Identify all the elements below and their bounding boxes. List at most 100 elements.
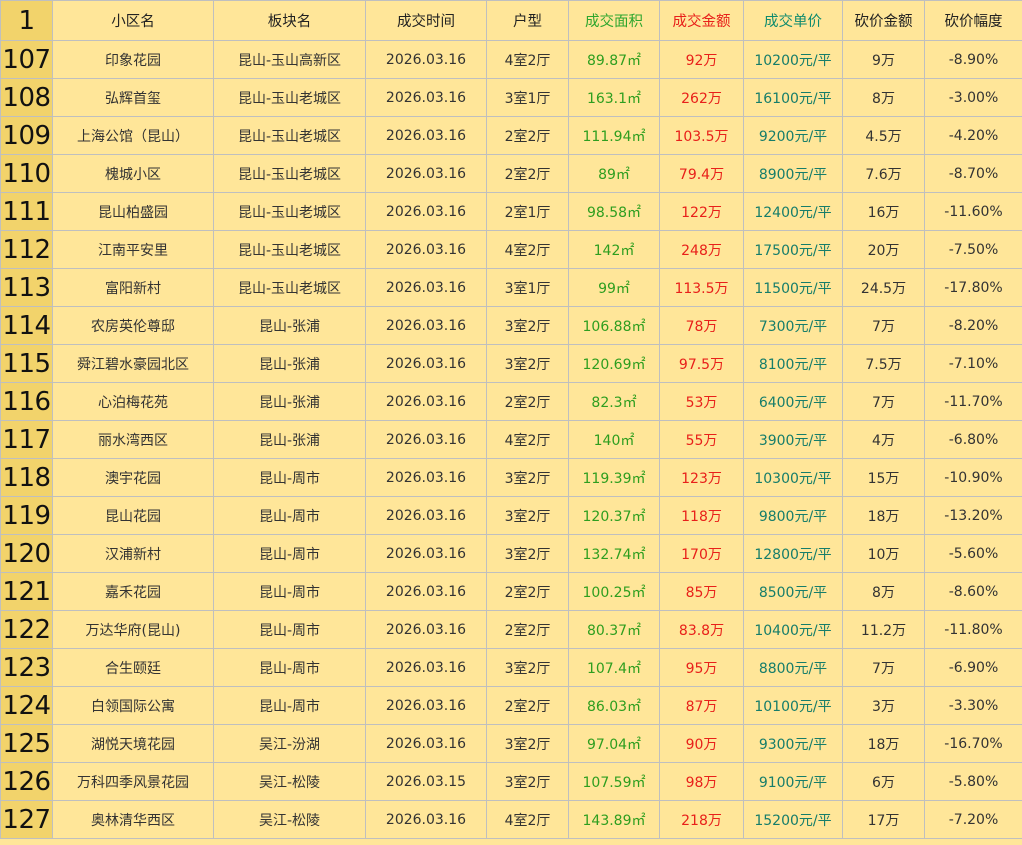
row-number[interactable]: 107 <box>0 40 53 79</box>
cell-district[interactable]: 昆山-周市 <box>213 610 366 649</box>
cell-cut-amount[interactable]: 3万 <box>842 686 925 725</box>
cell-layout[interactable]: 2室2厅 <box>486 610 569 649</box>
cell-price[interactable]: 118万 <box>659 496 744 535</box>
cell-unit-price[interactable]: 8500元/平 <box>743 572 843 611</box>
cell-date[interactable]: 2026.03.16 <box>365 420 487 459</box>
cell-name[interactable]: 心泊梅花苑 <box>52 382 214 421</box>
cell-layout[interactable]: 3室2厅 <box>486 344 569 383</box>
cell-district[interactable]: 昆山-玉山老城区 <box>213 192 366 231</box>
cell-layout[interactable]: 3室2厅 <box>486 724 569 763</box>
cell-cut-amount[interactable]: 24.5万 <box>842 268 925 307</box>
cell-price[interactable]: 85万 <box>659 572 744 611</box>
cell-area[interactable]: 82.3㎡ <box>568 382 660 421</box>
cell-price[interactable]: 92万 <box>659 40 744 79</box>
cell-layout[interactable]: 3室2厅 <box>486 762 569 801</box>
cell-date[interactable]: 2026.03.16 <box>365 40 487 79</box>
cell-layout[interactable]: 2室2厅 <box>486 382 569 421</box>
cell-layout[interactable]: 2室2厅 <box>486 686 569 725</box>
row-number[interactable]: 121 <box>0 572 53 611</box>
cell-date[interactable]: 2026.03.16 <box>365 572 487 611</box>
header-date[interactable]: 成交时间 <box>365 0 487 41</box>
cell-cut-amount[interactable]: 16万 <box>842 192 925 231</box>
cell-district[interactable]: 昆山-张浦 <box>213 306 366 345</box>
cell-cut-amount[interactable]: 10万 <box>842 534 925 573</box>
cell-cut-amount[interactable]: 7万 <box>842 382 925 421</box>
cell-cut-pct[interactable]: -7.10% <box>924 344 1022 383</box>
header-price[interactable]: 成交金额 <box>659 0 744 41</box>
cell-area[interactable]: 119.39㎡ <box>568 458 660 497</box>
cell-date[interactable]: 2026.03.16 <box>365 154 487 193</box>
cell-layout[interactable]: 2室2厅 <box>486 154 569 193</box>
cell-date[interactable]: 2026.03.16 <box>365 230 487 269</box>
header-cut-pct[interactable]: 砍价幅度 <box>924 0 1022 41</box>
cell-date[interactable]: 2026.03.16 <box>365 458 487 497</box>
cell-layout[interactable]: 4室2厅 <box>486 420 569 459</box>
cell-layout[interactable]: 4室2厅 <box>486 800 569 839</box>
cell-price[interactable]: 262万 <box>659 78 744 117</box>
cell-area[interactable]: 86.03㎡ <box>568 686 660 725</box>
cell-unit-price[interactable]: 9200元/平 <box>743 116 843 155</box>
cell-district[interactable]: 昆山-周市 <box>213 496 366 535</box>
cell-cut-amount[interactable]: 4.5万 <box>842 116 925 155</box>
cell-area[interactable]: 99㎡ <box>568 268 660 307</box>
cell-cut-pct[interactable]: -13.20% <box>924 496 1022 535</box>
cell-district[interactable]: 吴江-松陵 <box>213 800 366 839</box>
cell-name[interactable]: 槐城小区 <box>52 154 214 193</box>
cell-area[interactable]: 106.88㎡ <box>568 306 660 345</box>
header-district[interactable]: 板块名 <box>213 0 366 41</box>
cell-price[interactable]: 113.5万 <box>659 268 744 307</box>
cell-area[interactable]: 100.25㎡ <box>568 572 660 611</box>
cell-date[interactable]: 2026.03.16 <box>365 344 487 383</box>
cell-name[interactable]: 昆山柏盛园 <box>52 192 214 231</box>
cell-area[interactable]: 143.89㎡ <box>568 800 660 839</box>
cell-area[interactable]: 107.59㎡ <box>568 762 660 801</box>
row-number[interactable]: 125 <box>0 724 53 763</box>
cell-cut-amount[interactable]: 8万 <box>842 78 925 117</box>
cell-district[interactable]: 吴江-松陵 <box>213 762 366 801</box>
row-number[interactable]: 123 <box>0 648 53 687</box>
cell-cut-pct[interactable]: -10.90% <box>924 458 1022 497</box>
cell-unit-price[interactable]: 10400元/平 <box>743 610 843 649</box>
cell-date[interactable]: 2026.03.16 <box>365 78 487 117</box>
cell-unit-price[interactable]: 8800元/平 <box>743 648 843 687</box>
cell-cut-pct[interactable]: -11.80% <box>924 610 1022 649</box>
cell-unit-price[interactable]: 11500元/平 <box>743 268 843 307</box>
cell-cut-amount[interactable]: 15万 <box>842 458 925 497</box>
cell-date[interactable]: 2026.03.16 <box>365 382 487 421</box>
row-number[interactable]: 124 <box>0 686 53 725</box>
cell-cut-pct[interactable]: -3.30% <box>924 686 1022 725</box>
cell-cut-amount[interactable]: 7万 <box>842 306 925 345</box>
cell-cut-pct[interactable]: -17.80% <box>924 268 1022 307</box>
cell-cut-pct[interactable]: -11.70% <box>924 382 1022 421</box>
cell-area[interactable]: 89.87㎡ <box>568 40 660 79</box>
cell-price[interactable]: 123万 <box>659 458 744 497</box>
cell-layout[interactable]: 4室2厅 <box>486 40 569 79</box>
cell-district[interactable]: 昆山-周市 <box>213 534 366 573</box>
cell-name[interactable]: 舜江碧水豪园北区 <box>52 344 214 383</box>
cell-price[interactable]: 103.5万 <box>659 116 744 155</box>
row-number[interactable]: 110 <box>0 154 53 193</box>
cell-unit-price[interactable]: 17500元/平 <box>743 230 843 269</box>
cell-area[interactable]: 111.94㎡ <box>568 116 660 155</box>
cell-date[interactable]: 2026.03.16 <box>365 610 487 649</box>
cell-area[interactable]: 120.69㎡ <box>568 344 660 383</box>
cell-date[interactable]: 2026.03.16 <box>365 192 487 231</box>
cell-layout[interactable]: 2室1厅 <box>486 192 569 231</box>
cell-cut-amount[interactable]: 6万 <box>842 762 925 801</box>
cell-cut-pct[interactable]: -11.60% <box>924 192 1022 231</box>
cell-unit-price[interactable]: 6400元/平 <box>743 382 843 421</box>
cell-cut-amount[interactable]: 17万 <box>842 800 925 839</box>
cell-price[interactable]: 170万 <box>659 534 744 573</box>
cell-layout[interactable]: 2室2厅 <box>486 572 569 611</box>
cell-name[interactable]: 富阳新村 <box>52 268 214 307</box>
row-number-1[interactable]: 1 <box>0 0 53 41</box>
cell-date[interactable]: 2026.03.16 <box>365 534 487 573</box>
row-number[interactable]: 109 <box>0 116 53 155</box>
row-number[interactable]: 108 <box>0 78 53 117</box>
row-number[interactable]: 118 <box>0 458 53 497</box>
cell-cut-pct[interactable]: -16.70% <box>924 724 1022 763</box>
cell-layout[interactable]: 3室2厅 <box>486 648 569 687</box>
row-number[interactable]: 113 <box>0 268 53 307</box>
cell-cut-amount[interactable]: 20万 <box>842 230 925 269</box>
cell-cut-amount[interactable]: 7.6万 <box>842 154 925 193</box>
